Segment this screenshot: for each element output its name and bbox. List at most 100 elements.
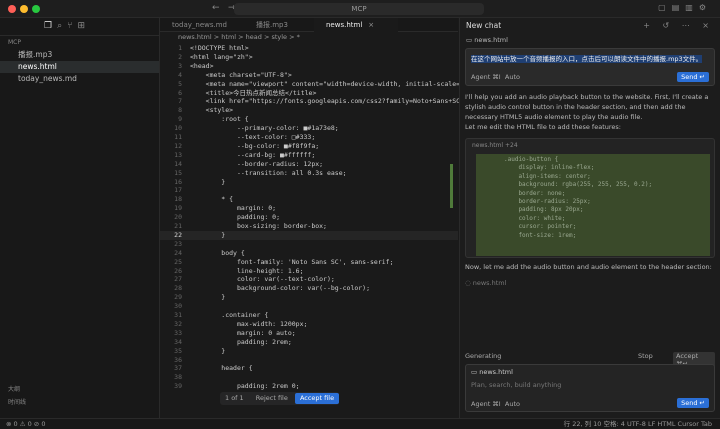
layout-icons[interactable]: ▢▤▥⚙ — [658, 3, 712, 12]
code-line[interactable]: 21 box-sizing: border-box; — [160, 222, 458, 231]
breadcrumb[interactable]: news.html > html > head > style > * — [160, 32, 458, 43]
code-line[interactable]: 32 max-width: 1200px; — [160, 320, 458, 329]
line-number: 19 — [174, 204, 182, 213]
code-line[interactable]: 17 — [160, 186, 458, 195]
code-line[interactable]: 22 } — [160, 230, 458, 240]
tab-bar: today_news.md 播报.mp3 news.html × — [160, 18, 458, 32]
outline-sections: 大纲 时间线 — [0, 382, 160, 408]
mode-selector[interactable]: Agent ⌘I — [471, 73, 501, 81]
input-footer: Agent ⌘I Auto — [471, 400, 520, 408]
reject-file-button[interactable]: Reject file — [251, 392, 293, 405]
timeline-section[interactable]: 时间线 — [0, 395, 160, 408]
chat-header-icons[interactable]: + ↺ ⋯ × — [643, 18, 714, 34]
code-area[interactable]: 1 <!DOCTYPE html> 2 <html lang="zh"> 3 <head>… — [160, 44, 468, 418]
line-number: 14 — [174, 159, 182, 168]
code-line[interactable]: 27 color: var(--text-color); — [160, 275, 458, 284]
files-icon[interactable]: ❐ — [44, 21, 57, 31]
minimize-window-button[interactable] — [20, 5, 28, 13]
response-paragraph: Now, let me add the audio button and aud… — [465, 263, 712, 271]
code-line[interactable]: 29 } — [160, 293, 458, 302]
code-line[interactable]: 15 --transition: all 0.3s ease; — [160, 169, 458, 178]
assistant-response: I'll help you add an audio playback butt… — [460, 88, 720, 136]
code-line[interactable]: 18 * { — [160, 195, 458, 204]
code-line[interactable]: 31 .container { — [160, 311, 458, 320]
editor-status[interactable]: 行 22, 列 10 空格: 4 UTF-8 LF HTML Cursor Ta… — [564, 419, 712, 429]
send-button[interactable]: Send ↵ — [677, 72, 709, 82]
code-line[interactable]: 36 — [160, 356, 458, 365]
tab-today-news[interactable]: today_news.md — [160, 18, 244, 32]
code-text: --bg-color: ■#f8f9fa; — [190, 141, 320, 150]
line-number: 26 — [174, 266, 182, 275]
code-line[interactable]: 19 margin: 0; — [160, 204, 458, 213]
file-item[interactable]: news.html — [0, 61, 159, 73]
search-icon[interactable]: ⌕ — [57, 21, 67, 31]
code-line[interactable]: 9 :root { — [160, 115, 458, 124]
code-line[interactable]: 5 <meta name="viewport" content="width=d… — [160, 80, 468, 89]
back-arrow-icon[interactable]: ← — [212, 3, 220, 13]
line-number: 34 — [174, 337, 182, 346]
input-model-selector[interactable]: Auto — [505, 400, 520, 408]
file-item[interactable]: today_news.md — [0, 73, 159, 85]
code-text: } — [190, 346, 226, 355]
code-edit-block[interactable]: news.html +24 .audio-button { display: i… — [465, 138, 715, 258]
code-line[interactable]: 6 <title>今日热点新闻总结</title> — [160, 89, 458, 98]
code-line[interactable]: 20 padding: 0; — [160, 213, 458, 222]
code-text: } — [190, 293, 226, 302]
code-line[interactable]: 4 <meta charset="UTF-8"> — [160, 71, 458, 80]
input-placeholder[interactable]: Plan, search, build anything — [466, 379, 714, 391]
context-file-chip[interactable]: ▭ news.html — [460, 34, 720, 46]
code-line[interactable]: 7 <link href="https://fonts.googleapis.c… — [160, 97, 468, 106]
code-line[interactable]: 37 header { — [160, 364, 458, 373]
user-message[interactable]: 在这个网站中放一个音频播报的入口，点击后可以朗读文件中的播报.mp3文件。 Ag… — [465, 48, 715, 86]
model-selector[interactable]: Auto — [505, 73, 520, 81]
code-line[interactable]: 11 --text-color: □#333; — [160, 133, 458, 142]
line-number: 31 — [174, 311, 182, 319]
code-line[interactable]: 24 body { — [160, 249, 458, 258]
code-line[interactable]: 33 margin: 0 auto; — [160, 329, 458, 338]
file-item[interactable]: 播报.mp3 — [0, 49, 159, 61]
code-text: --text-color: □#333; — [190, 133, 316, 141]
accept-file-button[interactable]: Accept file — [294, 393, 340, 404]
diff-review-bar: 1 of 1 Reject file Accept file — [220, 392, 340, 405]
code-line[interactable]: 8 <style> — [160, 106, 458, 115]
code-line[interactable]: 26 line-height: 1.6; — [160, 267, 458, 276]
extensions-icon[interactable]: ⊞ — [78, 21, 91, 31]
diff-count: 1 of 1 — [225, 394, 244, 402]
sidebar: ❐⌕⑂⊞ MCP 播报.mp3 news.html today_news.md … — [0, 18, 160, 418]
chat-input[interactable]: ▭ news.html Plan, search, build anything… — [465, 364, 715, 412]
code-line[interactable]: 13 --card-bg: ■#ffffff; — [160, 151, 458, 160]
code-line[interactable]: 28 background-color: var(--bg-color); — [160, 284, 458, 293]
problems-indicator[interactable]: ⊗ 0 ⚠ 0 ⊘ 0 — [0, 420, 45, 428]
stop-button[interactable]: Stop — [638, 352, 653, 360]
code-line[interactable]: 3 <head> — [160, 62, 458, 71]
close-window-button[interactable] — [8, 5, 16, 13]
code-line[interactable]: 1 <!DOCTYPE html> — [160, 44, 458, 53]
code-line[interactable]: 38 — [160, 373, 458, 382]
code-line[interactable]: 2 <html lang="zh"> — [160, 53, 458, 62]
code-text: <link href="https://fonts.googleapis.com… — [190, 97, 468, 106]
outline-section[interactable]: 大纲 — [0, 382, 160, 395]
tab-audio[interactable]: 播报.mp3 — [244, 18, 314, 32]
code-line[interactable]: 23 — [160, 240, 458, 249]
code-line[interactable]: 30 — [160, 302, 458, 311]
code-line[interactable]: 34 padding: 2rem; — [160, 338, 458, 347]
code-line[interactable]: 14 --border-radius: 12px; — [160, 160, 458, 169]
input-context-chip[interactable]: ▭ news.html — [466, 365, 714, 379]
code-line[interactable]: 35 } — [160, 347, 458, 356]
code-line[interactable]: 25 font-family: 'Noto Sans SC', sans-ser… — [160, 258, 458, 267]
code-line[interactable]: 39 padding: 2rem 0; — [160, 382, 458, 391]
zoom-window-button[interactable] — [32, 5, 40, 13]
line-number: 36 — [174, 355, 182, 364]
code-line[interactable]: 10 --primary-color: ■#1a73e8; — [160, 124, 458, 133]
code-line[interactable]: 12 --bg-color: ■#f8f9fa; — [160, 142, 458, 151]
code-text: margin: 0 auto; — [190, 328, 296, 337]
code-text: padding: 2rem 0; — [190, 382, 300, 391]
command-center-search[interactable]: MCP — [234, 3, 484, 15]
code-line[interactable]: 16 } — [160, 178, 458, 187]
source-control-icon[interactable]: ⑂ — [67, 21, 77, 31]
code-block-header: news.html +24 — [472, 142, 518, 149]
input-mode-selector[interactable]: Agent ⌘I — [471, 400, 501, 408]
close-icon[interactable]: × — [368, 21, 374, 29]
input-send-button[interactable]: Send ↵ — [677, 398, 709, 408]
tab-news-html[interactable]: news.html × — [314, 18, 398, 32]
